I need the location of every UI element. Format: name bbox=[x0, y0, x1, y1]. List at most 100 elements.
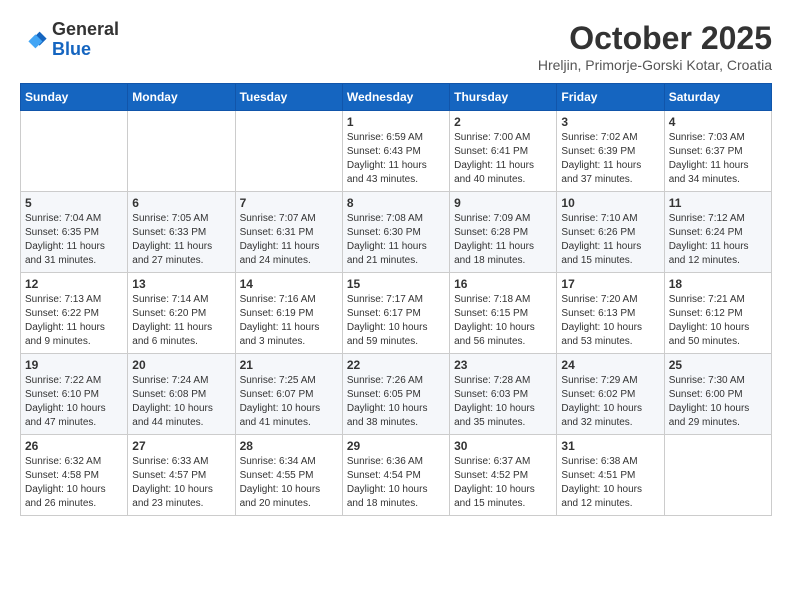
table-row: 31Sunrise: 6:38 AM Sunset: 4:51 PM Dayli… bbox=[557, 435, 664, 516]
day-number: 9 bbox=[454, 196, 552, 210]
day-number: 18 bbox=[669, 277, 767, 291]
day-number: 11 bbox=[669, 196, 767, 210]
day-info: Sunrise: 7:16 AM Sunset: 6:19 PM Dayligh… bbox=[240, 293, 338, 349]
day-number: 1 bbox=[347, 115, 445, 129]
day-number: 15 bbox=[347, 277, 445, 291]
table-row: 29 Sunrise: 6:36 AM Sunset: 4:54 PM Dayli… bbox=[342, 435, 449, 516]
table-row: 20 Sunrise: 7:24 AM Sunset: 6:08 PM Dayli… bbox=[128, 354, 235, 435]
day-number: 2 bbox=[454, 115, 552, 129]
day-number: 25 bbox=[669, 358, 767, 372]
day-number: 19 bbox=[25, 358, 123, 372]
table-row: 15 Sunrise: 7:17 AM Sunset: 6:17 PM Dayli… bbox=[342, 273, 449, 354]
day-number: 26 bbox=[25, 439, 123, 453]
table-row: 12Sunrise: 7:13 AM Sunset: 6:22 PM Dayli… bbox=[21, 273, 128, 354]
logo-icon bbox=[20, 26, 48, 54]
day-info: Sunrise: 7:04 AM Sunset: 6:35 PM Dayligh… bbox=[25, 212, 123, 268]
location-subtitle: Hreljin, Primorje-Gorski Kotar, Croatia bbox=[538, 57, 772, 73]
table-row: 23 Sunrise: 7:28 AM Sunset: 6:03 PM Dayli… bbox=[450, 354, 557, 435]
calendar-header-row: Sunday Monday Tuesday Wednesday Thursday… bbox=[21, 84, 772, 111]
day-number: 8 bbox=[347, 196, 445, 210]
day-info: Sunrise: 7:07 AM Sunset: 6:31 PM Dayligh… bbox=[240, 212, 338, 268]
day-number: 4 bbox=[669, 115, 767, 129]
table-row: 4 Sunrise: 7:03 AM Sunset: 6:37 PM Daylig… bbox=[664, 111, 771, 192]
day-number: 29 bbox=[347, 439, 445, 453]
day-info: Sunrise: 6:33 AM Sunset: 4:57 PM Dayligh… bbox=[132, 455, 230, 511]
header-tuesday: Tuesday bbox=[235, 84, 342, 111]
calendar-week-1: 1 Sunrise: 6:59 AM Sunset: 6:43 PM Daylig… bbox=[21, 111, 772, 192]
table-row: 25 Sunrise: 7:30 AM Sunset: 6:00 PM Dayli… bbox=[664, 354, 771, 435]
day-number: 21 bbox=[240, 358, 338, 372]
table-row: 22Sunrise: 7:26 AM Sunset: 6:05 PM Dayli… bbox=[342, 354, 449, 435]
title-block: October 2025 Hreljin, Primorje-Gorski Ko… bbox=[538, 20, 772, 73]
day-info: Sunrise: 7:30 AM Sunset: 6:00 PM Dayligh… bbox=[669, 374, 767, 430]
day-number: 12 bbox=[25, 277, 123, 291]
calendar-week-3: 12Sunrise: 7:13 AM Sunset: 6:22 PM Dayli… bbox=[21, 273, 772, 354]
day-info: Sunrise: 7:20 AM Sunset: 6:13 PM Dayligh… bbox=[561, 293, 659, 349]
table-row: 27 Sunrise: 6:33 AM Sunset: 4:57 PM Dayli… bbox=[128, 435, 235, 516]
day-number: 7 bbox=[240, 196, 338, 210]
day-info: Sunrise: 7:25 AM Sunset: 6:07 PM Dayligh… bbox=[240, 374, 338, 430]
day-number: 27 bbox=[132, 439, 230, 453]
calendar-week-5: 26Sunrise: 6:32 AM Sunset: 4:58 PM Dayli… bbox=[21, 435, 772, 516]
month-title: October 2025 bbox=[538, 20, 772, 57]
table-row: 13Sunrise: 7:14 AM Sunset: 6:20 PM Dayli… bbox=[128, 273, 235, 354]
day-info: Sunrise: 7:00 AM Sunset: 6:41 PM Dayligh… bbox=[454, 131, 552, 187]
logo-text: General Blue bbox=[52, 20, 119, 60]
logo-blue: Blue bbox=[52, 39, 91, 59]
logo-general: General bbox=[52, 19, 119, 39]
table-row: 2 Sunrise: 7:00 AM Sunset: 6:41 PM Daylig… bbox=[450, 111, 557, 192]
header-saturday: Saturday bbox=[664, 84, 771, 111]
table-row: 28Sunrise: 6:34 AM Sunset: 4:55 PM Dayli… bbox=[235, 435, 342, 516]
day-info: Sunrise: 6:59 AM Sunset: 6:43 PM Dayligh… bbox=[347, 131, 445, 187]
table-row: 6Sunrise: 7:05 AM Sunset: 6:33 PM Daylig… bbox=[128, 192, 235, 273]
day-number: 10 bbox=[561, 196, 659, 210]
calendar-table: Sunday Monday Tuesday Wednesday Thursday… bbox=[20, 83, 772, 516]
day-number: 28 bbox=[240, 439, 338, 453]
day-info: Sunrise: 6:37 AM Sunset: 4:52 PM Dayligh… bbox=[454, 455, 552, 511]
table-row: 8Sunrise: 7:08 AM Sunset: 6:30 PM Daylig… bbox=[342, 192, 449, 273]
day-info: Sunrise: 7:22 AM Sunset: 6:10 PM Dayligh… bbox=[25, 374, 123, 430]
table-row bbox=[235, 111, 342, 192]
day-info: Sunrise: 7:17 AM Sunset: 6:17 PM Dayligh… bbox=[347, 293, 445, 349]
table-row: 14 Sunrise: 7:16 AM Sunset: 6:19 PM Dayli… bbox=[235, 273, 342, 354]
table-row: 30Sunrise: 6:37 AM Sunset: 4:52 PM Dayli… bbox=[450, 435, 557, 516]
day-info: Sunrise: 7:28 AM Sunset: 6:03 PM Dayligh… bbox=[454, 374, 552, 430]
header-wednesday: Wednesday bbox=[342, 84, 449, 111]
table-row: 3Sunrise: 7:02 AM Sunset: 6:39 PM Daylig… bbox=[557, 111, 664, 192]
table-row: 17 Sunrise: 7:20 AM Sunset: 6:13 PM Dayli… bbox=[557, 273, 664, 354]
table-row: 18 Sunrise: 7:21 AM Sunset: 6:12 PM Dayli… bbox=[664, 273, 771, 354]
table-row bbox=[21, 111, 128, 192]
table-row: 11Sunrise: 7:12 AM Sunset: 6:24 PM Dayli… bbox=[664, 192, 771, 273]
day-number: 17 bbox=[561, 277, 659, 291]
table-row bbox=[664, 435, 771, 516]
header-thursday: Thursday bbox=[450, 84, 557, 111]
day-number: 22 bbox=[347, 358, 445, 372]
day-info: Sunrise: 7:05 AM Sunset: 6:33 PM Dayligh… bbox=[132, 212, 230, 268]
table-row: 9 Sunrise: 7:09 AM Sunset: 6:28 PM Daylig… bbox=[450, 192, 557, 273]
day-info: Sunrise: 7:03 AM Sunset: 6:37 PM Dayligh… bbox=[669, 131, 767, 187]
day-info: Sunrise: 7:09 AM Sunset: 6:28 PM Dayligh… bbox=[454, 212, 552, 268]
day-number: 3 bbox=[561, 115, 659, 129]
day-info: Sunrise: 7:18 AM Sunset: 6:15 PM Dayligh… bbox=[454, 293, 552, 349]
table-row: 5Sunrise: 7:04 AM Sunset: 6:35 PM Daylig… bbox=[21, 192, 128, 273]
table-row bbox=[128, 111, 235, 192]
day-number: 23 bbox=[454, 358, 552, 372]
table-row: 19 Sunrise: 7:22 AM Sunset: 6:10 PM Dayli… bbox=[21, 354, 128, 435]
day-info: Sunrise: 7:29 AM Sunset: 6:02 PM Dayligh… bbox=[561, 374, 659, 430]
calendar-week-4: 19 Sunrise: 7:22 AM Sunset: 6:10 PM Dayli… bbox=[21, 354, 772, 435]
header-monday: Monday bbox=[128, 84, 235, 111]
day-info: Sunrise: 7:21 AM Sunset: 6:12 PM Dayligh… bbox=[669, 293, 767, 349]
day-number: 31 bbox=[561, 439, 659, 453]
day-info: Sunrise: 6:36 AM Sunset: 4:54 PM Dayligh… bbox=[347, 455, 445, 511]
logo: General Blue bbox=[20, 20, 119, 60]
day-number: 20 bbox=[132, 358, 230, 372]
day-number: 16 bbox=[454, 277, 552, 291]
day-number: 14 bbox=[240, 277, 338, 291]
table-row: 7 Sunrise: 7:07 AM Sunset: 6:31 PM Daylig… bbox=[235, 192, 342, 273]
calendar-week-2: 5Sunrise: 7:04 AM Sunset: 6:35 PM Daylig… bbox=[21, 192, 772, 273]
day-info: Sunrise: 7:10 AM Sunset: 6:26 PM Dayligh… bbox=[561, 212, 659, 268]
day-info: Sunrise: 7:24 AM Sunset: 6:08 PM Dayligh… bbox=[132, 374, 230, 430]
day-number: 24 bbox=[561, 358, 659, 372]
day-info: Sunrise: 7:14 AM Sunset: 6:20 PM Dayligh… bbox=[132, 293, 230, 349]
table-row: 24 Sunrise: 7:29 AM Sunset: 6:02 PM Dayli… bbox=[557, 354, 664, 435]
